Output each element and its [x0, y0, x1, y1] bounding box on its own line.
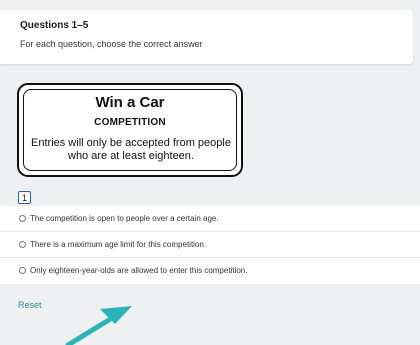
pointer-arrow-icon — [65, 306, 132, 345]
question-page: Questions 1–5 For each question, choose … — [0, 0, 420, 345]
